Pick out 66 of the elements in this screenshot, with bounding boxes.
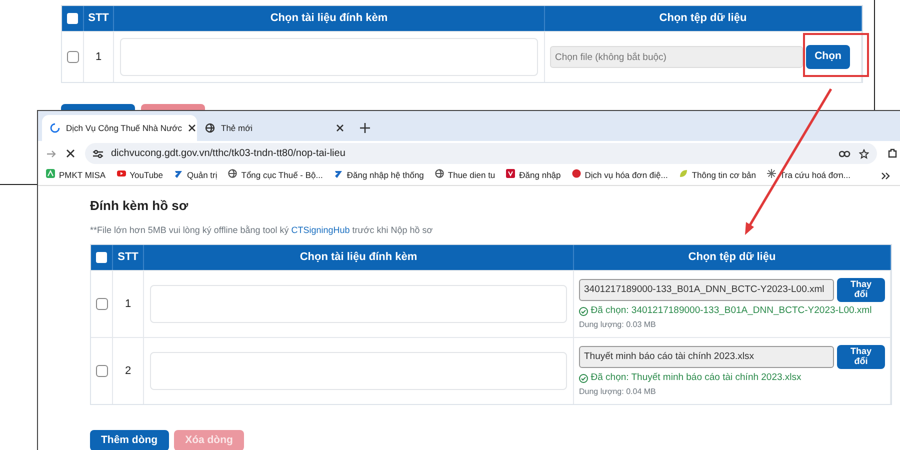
column-header: Chọn tệp dữ liệu	[688, 250, 776, 266]
row-number: 1	[124, 296, 132, 312]
check-circle-icon	[579, 374, 588, 383]
header-checkbox[interactable]	[67, 13, 78, 24]
bookmark[interactable]: Thue dien tu	[434, 169, 496, 182]
bookmark-icon	[116, 169, 126, 178]
section-title: Đính kèm hồ sơ	[90, 197, 190, 215]
bookmark[interactable]: YouTube	[116, 169, 164, 182]
document-input-field[interactable]	[150, 285, 567, 323]
column-header: STT	[118, 250, 138, 266]
bookmark-icon	[506, 169, 516, 178]
column-header: Chọn tài liệu đính kèm	[300, 250, 418, 266]
row-number: 1	[95, 50, 102, 65]
change-button[interactable]: Thay đổi	[837, 278, 885, 302]
add-row-button[interactable]: Thêm dòng	[90, 430, 169, 450]
file-size-text: Dung lượng: 0.03 MB	[579, 320, 656, 328]
key-icon[interactable]	[839, 150, 851, 158]
file-field[interactable]: Thuyết minh báo cáo tài chính 2023.xlsx	[579, 346, 834, 368]
stop-icon[interactable]	[66, 149, 75, 158]
bookmark[interactable]: Quản trị	[174, 169, 218, 182]
bookmark-icon	[228, 169, 238, 178]
change-button[interactable]: Thay đổi	[837, 344, 885, 368]
bookmark[interactable]: Tổng cục Thuế - Bộ...	[228, 169, 323, 182]
file-field[interactable]: 3401217189000-133_B01A_DNN_BCTC-Y2023-L00.xml	[579, 278, 834, 300]
document-input-field[interactable]	[120, 38, 538, 76]
bookmark-icon	[572, 169, 581, 178]
bookmark-icon	[46, 169, 55, 178]
header-checkbox[interactable]	[96, 252, 107, 263]
extension-icon[interactable]	[887, 148, 898, 159]
bookmark-icon	[174, 169, 184, 178]
row-checkbox[interactable]	[66, 51, 78, 63]
browser-tab[interactable]: Thẻ mới	[197, 115, 352, 141]
star-icon[interactable]	[859, 148, 869, 158]
row-number: 2	[124, 364, 132, 379]
bookmark-icon	[334, 169, 343, 178]
bookmark[interactable]: Dịch vụ hóa đơn điệ...	[572, 169, 668, 182]
chosen-file-text: Đã chọn: 3401217189000-133_B01A_DNN_BCTC-Y2023-L00.xml	[590, 304, 872, 318]
new-tab-icon[interactable]	[360, 123, 370, 133]
column-header: Chọn tài liệu đính kèm	[270, 11, 388, 26]
file-size-text: Dung lượng: 0.04 MB	[579, 386, 656, 396]
row-checkbox[interactable]	[96, 298, 108, 310]
bookmark[interactable]: Đăng nhập	[506, 169, 561, 182]
signing-tool-link[interactable]: CTSigningHub	[291, 224, 350, 234]
upload-note: **File lớn hơn 5MB vui lòng ký offline bằng tool ký CTSigningHub trước khi Nộp hồ sơ	[90, 224, 434, 237]
highlight-frame	[803, 33, 869, 77]
bookmark[interactable]: Tra cứu hoá đơn...	[767, 169, 850, 182]
bookmark[interactable]: PMKT MISA	[46, 169, 106, 182]
bookmark-icon	[678, 169, 688, 178]
bookmark[interactable]: Thông tin cơ bản	[678, 169, 756, 182]
bookmark-icon	[767, 169, 776, 178]
site-settings-icon[interactable]	[93, 150, 103, 158]
bookmark-icon	[434, 169, 444, 178]
close-icon[interactable]	[336, 124, 344, 132]
file-field[interactable]: Chọn file (không bắt buộc)	[550, 46, 804, 68]
browser-tab[interactable]: Dịch Vụ Công Thuế Nhà Nước	[42, 115, 197, 141]
column-header: Chọn tệp dữ liệu	[659, 11, 747, 26]
document-input-field[interactable]	[150, 352, 567, 390]
choose-button[interactable]: Chọn	[806, 45, 850, 69]
column-header: STT	[88, 11, 109, 26]
close-icon[interactable]	[188, 124, 196, 132]
row-checkbox[interactable]	[96, 365, 108, 377]
check-circle-icon	[579, 306, 588, 316]
more-bookmarks-icon[interactable]	[881, 172, 890, 180]
bookmark[interactable]: Đăng nhập hệ thống	[334, 169, 424, 182]
forward-icon[interactable]	[46, 148, 56, 158]
chosen-file-text: Đã chọn: Thuyết minh báo cáo tài chính 2023.xlsx	[590, 371, 802, 386]
